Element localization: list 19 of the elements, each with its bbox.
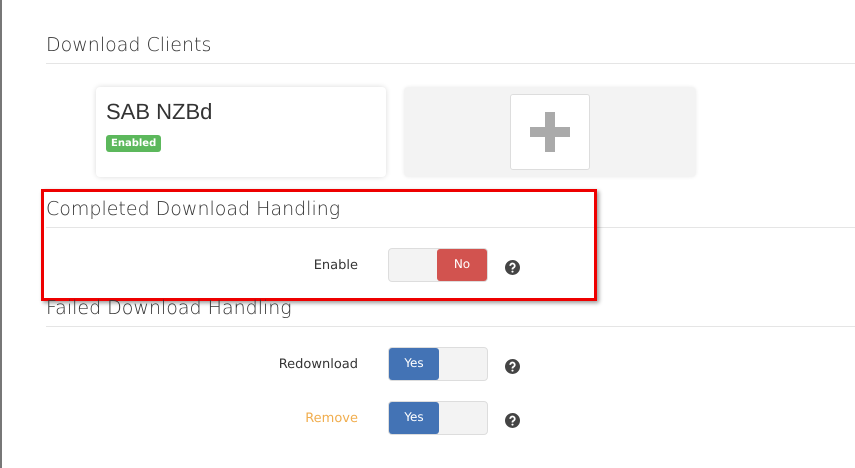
section-heading: Download Clients — [46, 33, 855, 64]
client-card[interactable]: SAB NZBd Enabled — [96, 87, 386, 177]
setting-label: Redownload — [278, 356, 358, 372]
toggle-value: Yes — [389, 348, 439, 380]
setting-label: Remove — [304, 410, 358, 426]
help-icon[interactable] — [505, 412, 520, 428]
toggle-switch[interactable]: Yes — [388, 347, 488, 381]
plus-icon — [530, 112, 570, 152]
section-heading: Completed Download Handling — [46, 197, 855, 228]
section-heading: Failed Download Handling — [46, 296, 855, 327]
toggle-switch[interactable]: Yes — [388, 401, 488, 435]
status-badge: Enabled — [106, 135, 162, 152]
help-icon[interactable] — [505, 358, 520, 374]
toggle-value: No — [437, 249, 487, 281]
client-name: SAB NZBd — [106, 99, 212, 125]
toggle-switch[interactable]: No — [388, 248, 488, 282]
setting-label: Enable — [312, 258, 358, 272]
toggle-value: Yes — [389, 402, 439, 434]
help-icon[interactable] — [505, 260, 520, 274]
